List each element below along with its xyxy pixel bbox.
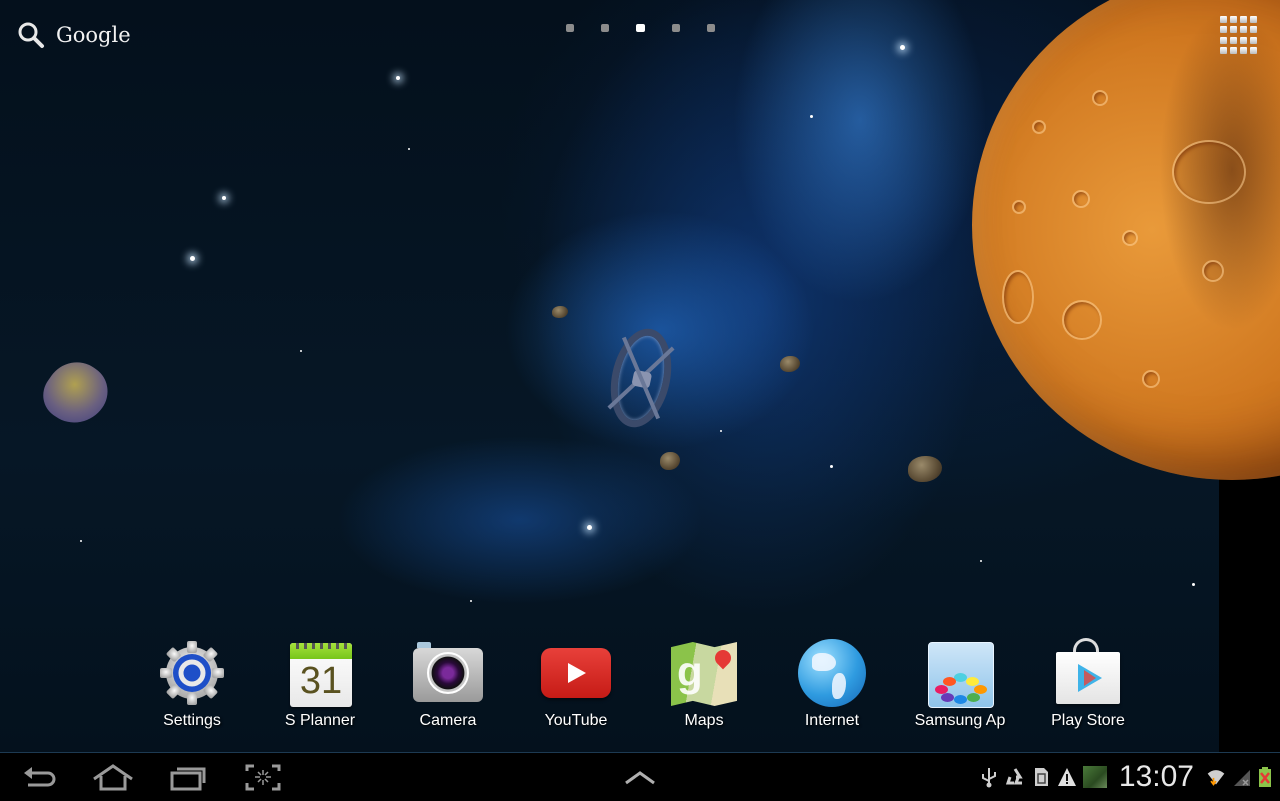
image-notification-icon	[1082, 766, 1107, 788]
app-label: Play Store	[1051, 712, 1125, 729]
apps-grid-icon	[1220, 16, 1227, 23]
app-label: Maps	[684, 712, 724, 729]
page-dot-1[interactable]	[566, 24, 574, 32]
star	[900, 45, 905, 50]
apps-button[interactable]	[1220, 16, 1260, 54]
status-area[interactable]: 13:07	[979, 753, 1272, 801]
app-label: YouTube	[544, 712, 608, 729]
battery-icon	[1259, 767, 1271, 787]
asteroid	[552, 306, 568, 318]
asteroid	[780, 356, 800, 372]
app-youtube[interactable]: YouTube	[512, 632, 640, 730]
clock: 13:07	[1118, 760, 1194, 793]
app-settings[interactable]: Settings	[128, 632, 256, 730]
youtube-icon	[541, 648, 611, 698]
samsung-apps-icon	[928, 642, 994, 708]
app-label: S Planner	[284, 712, 356, 729]
signal-icon	[1234, 770, 1250, 786]
app-tray-button[interactable]	[615, 761, 665, 793]
calendar-icon: 31	[290, 643, 352, 707]
maps-icon: g	[671, 642, 737, 706]
google-search-label: Google	[56, 23, 131, 47]
settings-gear-icon	[160, 641, 224, 705]
home-button[interactable]	[88, 761, 138, 793]
app-label: Samsung Ap	[914, 712, 1006, 729]
app-label: Camera	[419, 712, 477, 729]
page-indicator	[566, 24, 715, 32]
recycle-icon	[1005, 768, 1023, 785]
app-label: Internet	[804, 712, 860, 729]
chevron-up-icon	[625, 771, 655, 785]
google-search-widget[interactable]: Google	[16, 20, 131, 50]
app-s-planner[interactable]: 31 S Planner	[256, 632, 384, 730]
back-button[interactable]	[14, 761, 64, 793]
page-dot-4[interactable]	[672, 24, 680, 32]
warning-icon	[1057, 768, 1076, 786]
asteroid	[660, 452, 680, 470]
page-dot-3-active[interactable]	[636, 24, 645, 32]
screenshot-icon	[245, 764, 281, 791]
star	[222, 196, 226, 200]
app-internet[interactable]: Internet	[768, 632, 896, 730]
asteroid	[33, 350, 119, 436]
star	[587, 525, 592, 530]
star	[190, 256, 195, 261]
app-label: Settings	[163, 712, 221, 729]
search-icon	[18, 22, 44, 48]
wifi-icon	[1207, 770, 1225, 786]
camera-icon	[413, 642, 483, 702]
usb-icon	[981, 768, 996, 788]
screenshot-button[interactable]	[238, 761, 288, 793]
page-dot-5[interactable]	[707, 24, 715, 32]
app-samsung-apps[interactable]: Samsung Ap	[896, 632, 1024, 730]
asteroid	[908, 456, 942, 482]
app-maps[interactable]: g Maps	[640, 632, 768, 730]
sd-card-icon	[1034, 768, 1048, 786]
navigation-bar: 13:07	[0, 752, 1280, 800]
back-icon	[24, 767, 56, 787]
home-icon	[93, 764, 133, 791]
recent-apps-button[interactable]	[162, 761, 212, 793]
app-camera[interactable]: Camera	[384, 632, 512, 730]
globe-icon	[798, 639, 866, 707]
space-station	[602, 323, 680, 433]
page-dot-2[interactable]	[601, 24, 609, 32]
recent-apps-icon	[170, 767, 206, 791]
star	[396, 76, 400, 80]
app-play-store[interactable]: Play Store	[1024, 632, 1152, 730]
dock: Settings 31 S Planner Camera YouTube g M…	[0, 632, 1280, 742]
play-store-icon	[1053, 638, 1123, 710]
planet-mars	[972, 0, 1280, 480]
